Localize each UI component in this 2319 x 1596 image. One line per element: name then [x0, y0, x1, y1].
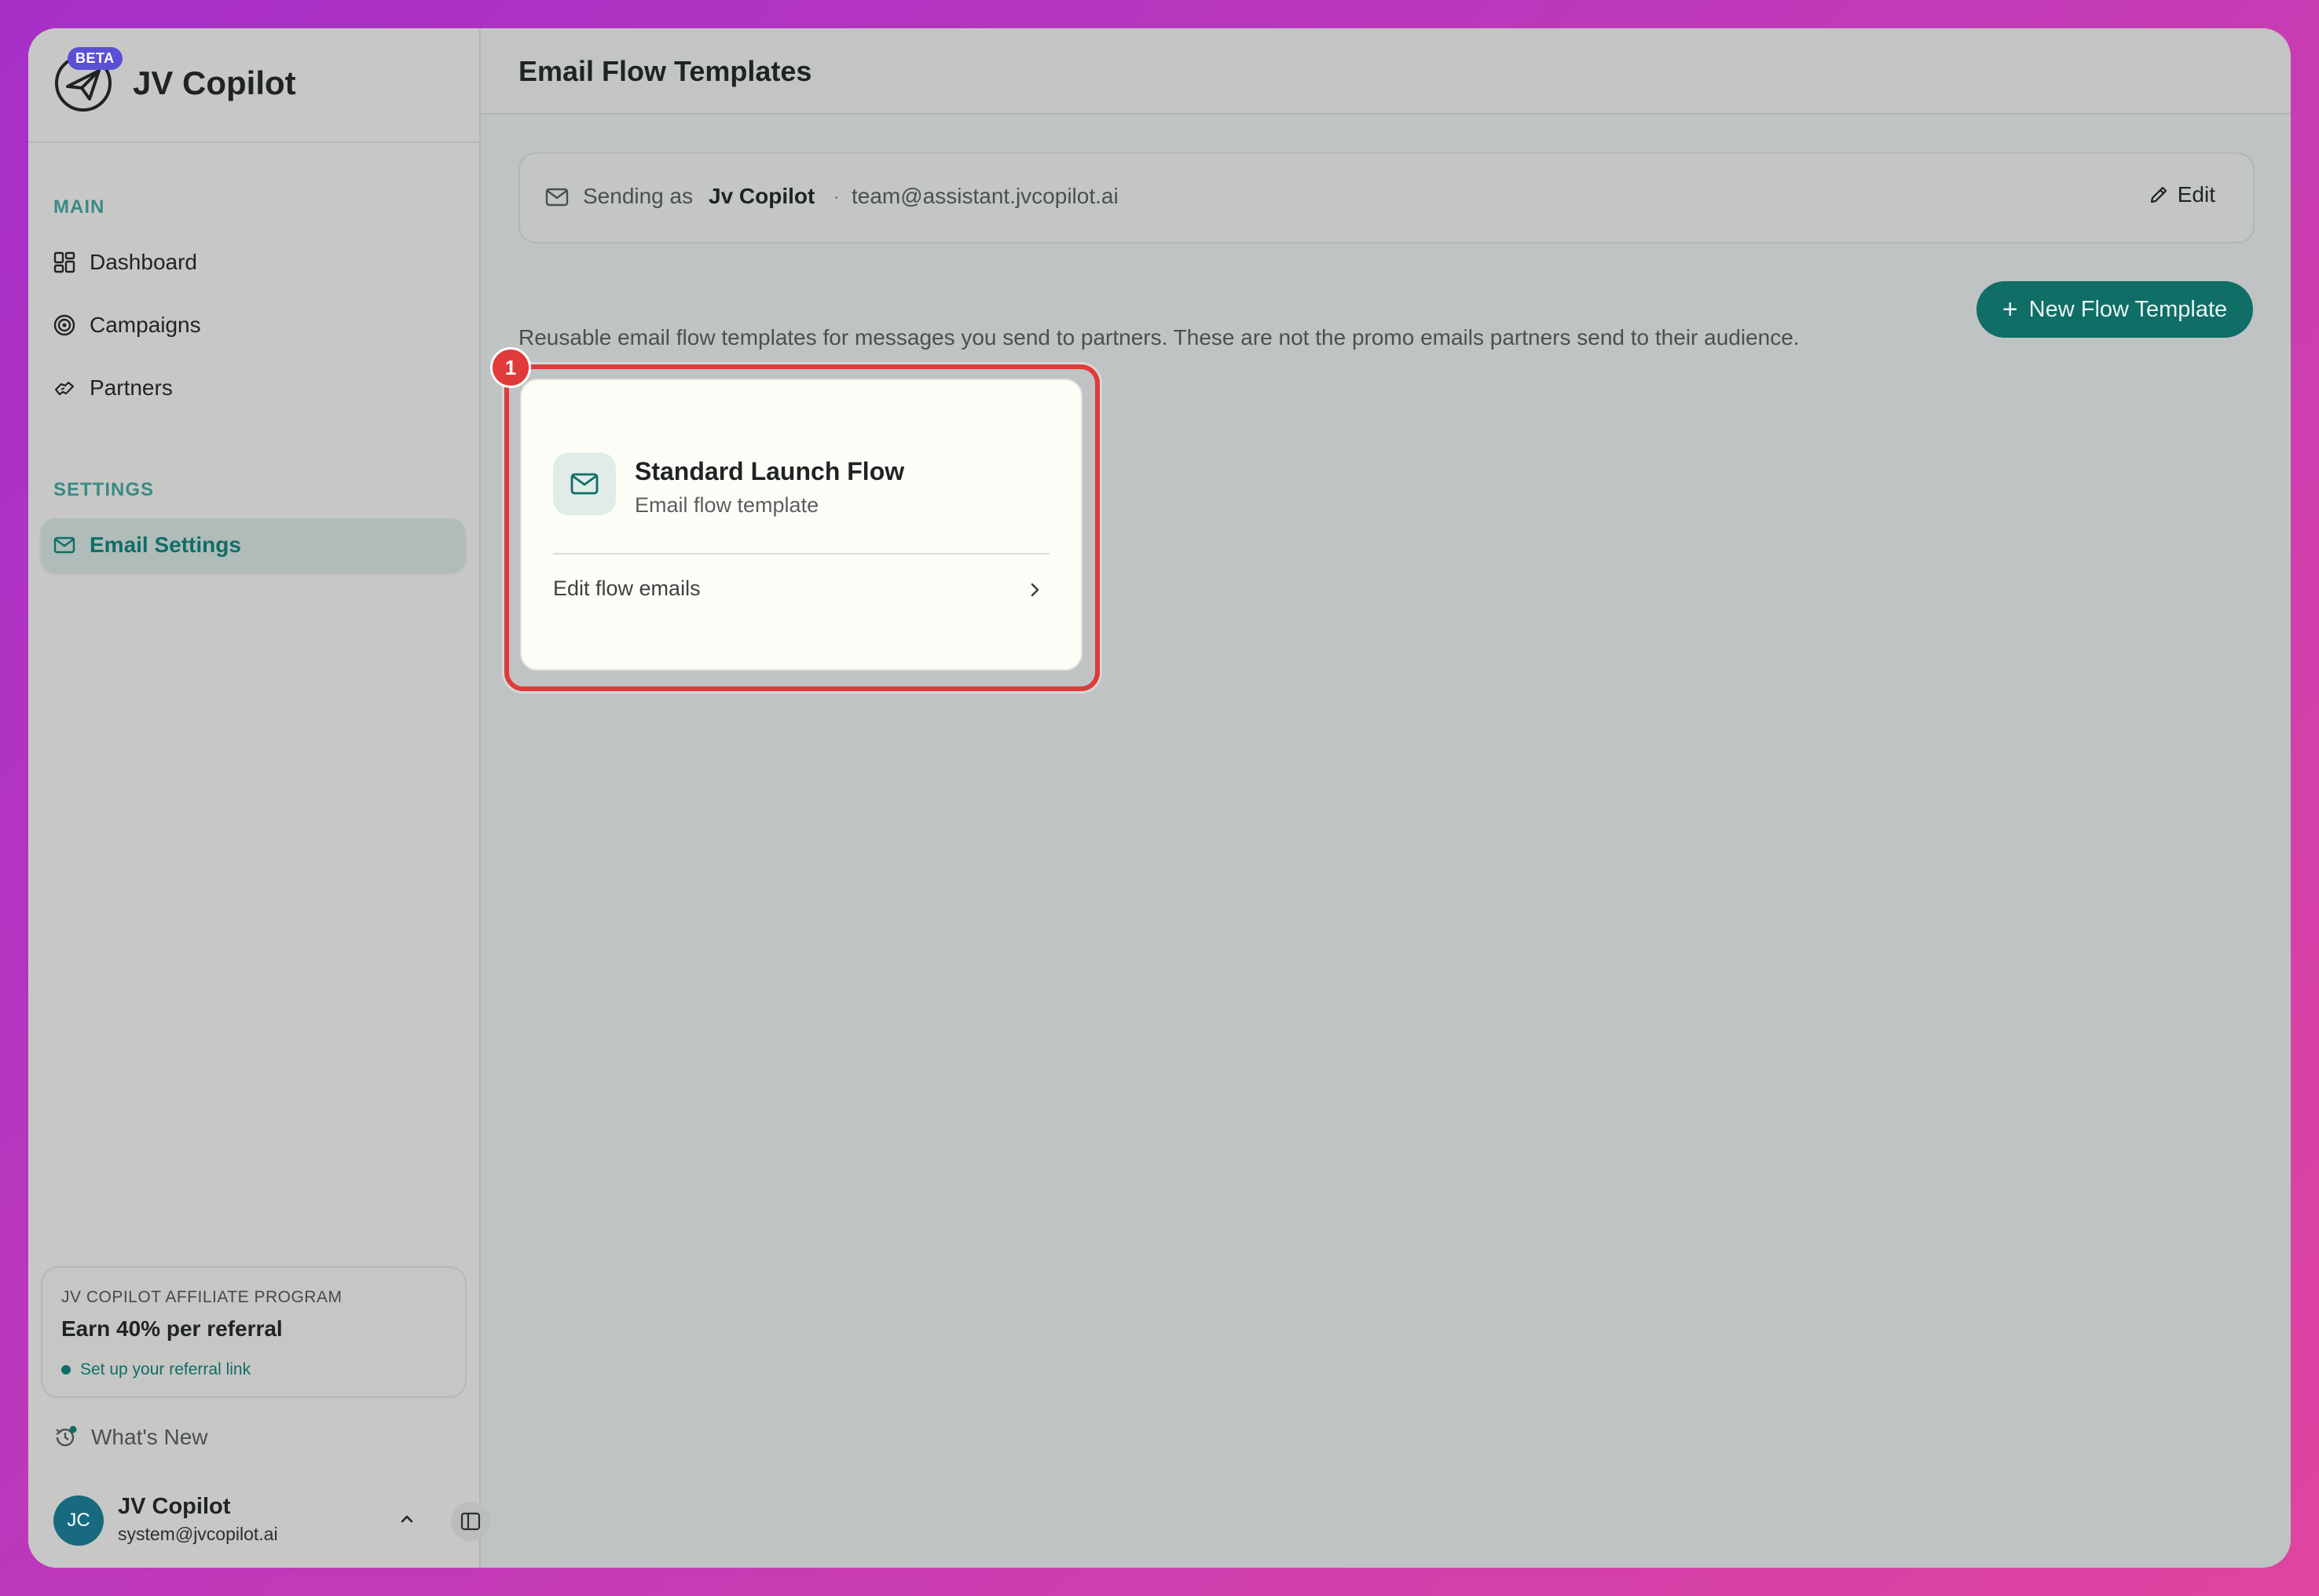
new-flow-template-label: New Flow Template: [2028, 296, 2228, 322]
edit-sender-button[interactable]: Edit: [2148, 182, 2215, 207]
chevron-up-icon[interactable]: [396, 1508, 418, 1530]
referral-link[interactable]: Set up your referral link: [80, 1360, 251, 1379]
separator: ·: [833, 184, 841, 208]
user-menu[interactable]: JC JV Copilot system@jvcopilot.ai: [53, 1491, 490, 1550]
section-label-settings: SETTINGS: [53, 479, 155, 500]
affiliate-card[interactable]: JV COPILOT AFFILIATE PROGRAM Earn 40% pe…: [41, 1266, 467, 1398]
sidebar-item-label: Partners: [90, 375, 173, 400]
dashboard-icon: [53, 251, 75, 273]
avatar: JC: [53, 1495, 104, 1546]
template-card[interactable]: Standard Launch Flow Email flow template…: [520, 379, 1083, 671]
divider: [553, 553, 1050, 555]
section-label-main: MAIN: [53, 196, 105, 218]
handshake-icon: [53, 377, 75, 399]
status-dot-icon: [61, 1365, 71, 1375]
mail-icon: [53, 534, 75, 556]
app-name: JV Copilot: [133, 64, 296, 101]
sidebar-item-label: Dashboard: [90, 250, 197, 274]
page-title: Email Flow Templates: [518, 55, 812, 87]
top-bar: Email Flow Templates: [481, 28, 2291, 115]
template-title: Standard Launch Flow: [635, 457, 905, 485]
pencil-icon: [2148, 184, 2170, 206]
affiliate-headline: Earn 40% per referral: [61, 1316, 283, 1341]
brand-header: BETA JV Copilot: [28, 28, 479, 143]
sidebar-item-email-settings[interactable]: Email Settings: [41, 518, 465, 572]
sidebar-item-label: Campaigns: [90, 313, 201, 337]
sender-name: Jv Copilot: [709, 184, 815, 208]
sidebar-item-campaigns[interactable]: Campaigns: [41, 298, 465, 352]
affiliate-title: JV COPILOT AFFILIATE PROGRAM: [61, 1288, 343, 1306]
sidebar-item-partners[interactable]: Partners: [41, 361, 465, 415]
chevron-right-icon[interactable]: [1024, 580, 1045, 600]
app-window: BETA JV Copilot MAIN Dashboard Campaigns…: [28, 28, 2291, 1568]
sending-as-label: Sending as: [583, 184, 694, 208]
history-icon: [53, 1426, 77, 1449]
sender-email: team@assistant.jvcopilot.ai: [852, 184, 1119, 208]
sidebar-panel-icon: [460, 1512, 481, 1531]
sidebar: BETA JV Copilot MAIN Dashboard Campaigns…: [28, 28, 490, 1568]
edit-label: Edit: [2177, 182, 2215, 207]
template-subtitle: Email flow template: [635, 493, 819, 517]
target-icon: [53, 314, 75, 336]
annotation-badge: 1: [490, 347, 531, 388]
new-flow-template-button[interactable]: + New Flow Template: [1976, 281, 2253, 338]
main-content: Email Flow Templates Sending as Jv Copil…: [481, 28, 2291, 1568]
sender-info-bar: Sending as Jv Copilot · team@assistant.j…: [518, 152, 2255, 243]
beta-badge: BETA: [68, 47, 123, 70]
user-name: JV Copilot: [118, 1494, 231, 1519]
user-email: system@jvcopilot.ai: [118, 1524, 278, 1544]
sidebar-item-dashboard[interactable]: Dashboard: [41, 236, 465, 289]
edit-flow-emails-link[interactable]: Edit flow emails: [553, 577, 701, 601]
sidebar-item-label: Email Settings: [90, 533, 241, 557]
page-description: Reusable email flow templates for messag…: [518, 325, 1800, 350]
plus-icon: +: [2002, 295, 2018, 324]
mail-icon: [545, 185, 569, 209]
whats-new-link[interactable]: What's New: [53, 1425, 208, 1450]
whats-new-label: What's New: [91, 1425, 208, 1449]
mail-icon: [553, 452, 616, 515]
